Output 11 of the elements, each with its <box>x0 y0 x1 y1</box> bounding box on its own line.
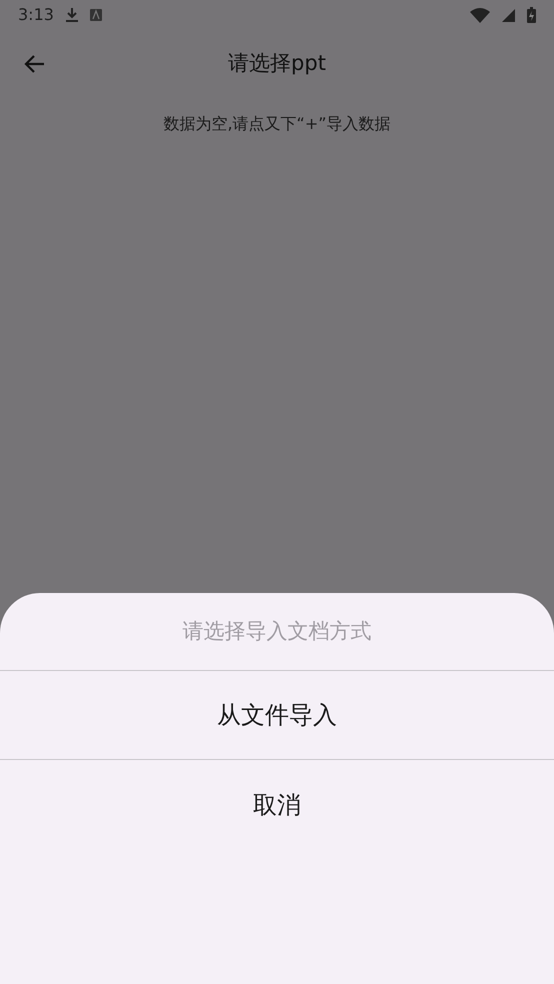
empty-message: 数据为空,请点又下“+”导入数据 <box>163 113 391 135</box>
status-time: 3:13 <box>18 4 54 26</box>
battery-icon <box>527 7 536 23</box>
notification-icon <box>90 9 102 21</box>
sheet-title: 请选择导入文档方式 <box>182 618 372 645</box>
sheet-option-button[interactable]: 取消 <box>0 760 554 849</box>
download-icon <box>66 8 78 22</box>
signal-icon <box>502 8 515 22</box>
wifi-icon <box>470 8 490 22</box>
sheet-option-button[interactable]: 从文件导入 <box>0 671 554 760</box>
page-title: 请选择ppt <box>228 50 326 78</box>
